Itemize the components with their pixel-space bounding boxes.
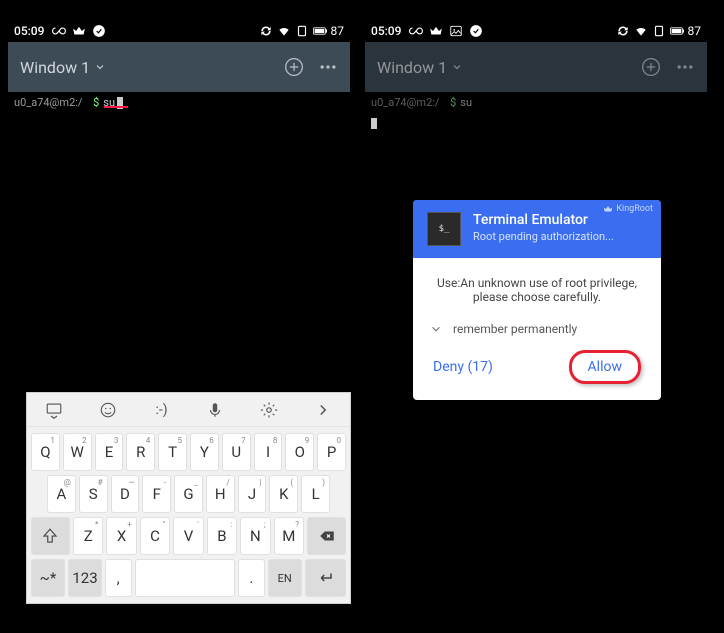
deny-button[interactable]: Deny (17) <box>433 359 493 375</box>
more-menu-button[interactable] <box>675 57 695 77</box>
wifi-icon <box>277 24 291 38</box>
symbol-key[interactable]: ~* <box>31 559 65 597</box>
battery-level: 87 <box>331 24 345 38</box>
key-u[interactable]: U7 <box>222 433 251 471</box>
key-t[interactable]: T5 <box>158 433 187 471</box>
comma-key[interactable]: , <box>105 559 132 597</box>
key-x[interactable]: X+ <box>106 517 136 555</box>
key-p[interactable]: P0 <box>317 433 346 471</box>
status-time: 05:09 <box>371 24 401 38</box>
kb-hide-button[interactable] <box>34 401 74 419</box>
key-d[interactable]: D~ <box>111 475 140 513</box>
sim-icon <box>295 24 309 38</box>
wifi-icon <box>634 24 648 38</box>
key-g[interactable]: G_ <box>174 475 203 513</box>
status-bar: 05:09 87 <box>365 20 707 42</box>
num-key[interactable]: 123 <box>68 559 102 597</box>
key-l[interactable]: L) <box>301 475 330 513</box>
dot-key[interactable]: . <box>238 559 265 597</box>
checkmark-icon <box>469 24 483 38</box>
more-menu-button[interactable] <box>318 57 338 77</box>
brand-label: KingRoot <box>603 204 653 214</box>
keyboard-toolbar: :-) <box>27 393 350 427</box>
crown-icon <box>72 24 86 38</box>
chevron-down-icon <box>94 61 106 73</box>
chevron-down-icon <box>451 61 463 73</box>
phone-right: 05:09 87 Window 1 u0_a74@m2:/ $su <box>365 20 707 113</box>
sync-icon <box>259 24 273 38</box>
phone-left: 05:09 87 Window 1 u0_a74@m2:/ $su <box>8 20 350 113</box>
app-icon: $_ <box>427 212 461 246</box>
shift-key[interactable] <box>31 517 70 555</box>
key-z[interactable]: Z* <box>73 517 103 555</box>
dialog-body: Use:An unknown use of root privilege, pl… <box>413 258 661 314</box>
key-y[interactable]: Y6 <box>190 433 219 471</box>
settings-button[interactable] <box>249 401 289 419</box>
battery-level: 87 <box>688 24 702 38</box>
key-q[interactable]: Q1 <box>31 433 60 471</box>
smile-text-button[interactable]: :-) <box>142 402 182 418</box>
status-time: 05:09 <box>14 24 44 38</box>
sync-icon <box>616 24 630 38</box>
key-a[interactable]: A@ <box>47 475 76 513</box>
key-i[interactable]: I8 <box>254 433 283 471</box>
key-s[interactable]: S# <box>79 475 108 513</box>
terminal-body[interactable]: u0_a74@m2:/ $su <box>365 92 707 113</box>
root-permission-dialog: KingRoot $_ Terminal Emulator Root pendi… <box>413 200 661 400</box>
dialog-header: KingRoot $_ Terminal Emulator Root pendi… <box>413 200 661 258</box>
battery-icon <box>670 24 684 38</box>
allow-button[interactable]: Allow <box>569 350 641 384</box>
chevron-down-icon <box>429 322 443 336</box>
command-highlight <box>104 106 128 108</box>
key-f[interactable]: F- <box>142 475 171 513</box>
crown-icon <box>429 24 443 38</box>
emoji-button[interactable] <box>88 401 128 419</box>
add-tab-button[interactable] <box>641 57 661 77</box>
arrow-right-button[interactable] <box>303 401 343 419</box>
key-e[interactable]: E3 <box>95 433 124 471</box>
backspace-key[interactable] <box>307 517 346 555</box>
lang-key[interactable]: EN <box>268 559 302 597</box>
key-m[interactable]: M? <box>274 517 304 555</box>
status-bar: 05:09 87 <box>8 20 350 42</box>
image-icon <box>449 24 463 38</box>
key-v[interactable]: V' <box>173 517 203 555</box>
key-r[interactable]: R4 <box>126 433 155 471</box>
key-o[interactable]: O9 <box>285 433 314 471</box>
tab-selector[interactable]: Window 1 <box>377 58 463 77</box>
remember-toggle[interactable]: remember permanently <box>413 314 661 342</box>
key-h[interactable]: H/ <box>206 475 235 513</box>
dialog-title: Terminal Emulator <box>473 212 614 228</box>
key-n[interactable]: N; <box>240 517 270 555</box>
crown-small-icon <box>603 204 613 214</box>
key-c[interactable]: C" <box>140 517 170 555</box>
terminal-header: Window 1 <box>8 42 350 92</box>
prompt-symbol: $ <box>93 96 99 109</box>
key-k[interactable]: K( <box>269 475 298 513</box>
terminal-header: Window 1 <box>365 42 707 92</box>
checkmark-icon <box>92 24 106 38</box>
software-keyboard[interactable]: :-) Q1W2E3R4T5Y6U7I8O9P0 A@S#D~F-G_H/J|K… <box>26 392 351 604</box>
tab-selector[interactable]: Window 1 <box>20 58 106 77</box>
terminal-body[interactable]: u0_a74@m2:/ $su <box>8 92 350 113</box>
infinity-icon <box>52 24 66 38</box>
key-b[interactable]: B: <box>207 517 237 555</box>
infinity-icon <box>409 24 423 38</box>
battery-icon <box>313 24 327 38</box>
key-w[interactable]: W2 <box>63 433 92 471</box>
space-key[interactable] <box>135 559 235 597</box>
voice-button[interactable] <box>195 401 235 419</box>
add-tab-button[interactable] <box>284 57 304 77</box>
enter-key[interactable] <box>305 559 346 597</box>
sim-icon <box>652 24 666 38</box>
dialog-subtitle: Root pending authorization... <box>473 230 614 243</box>
key-j[interactable]: J| <box>238 475 267 513</box>
terminal-prompt: u0_a74@m2:/ <box>14 96 82 109</box>
cursor-icon <box>371 118 377 129</box>
